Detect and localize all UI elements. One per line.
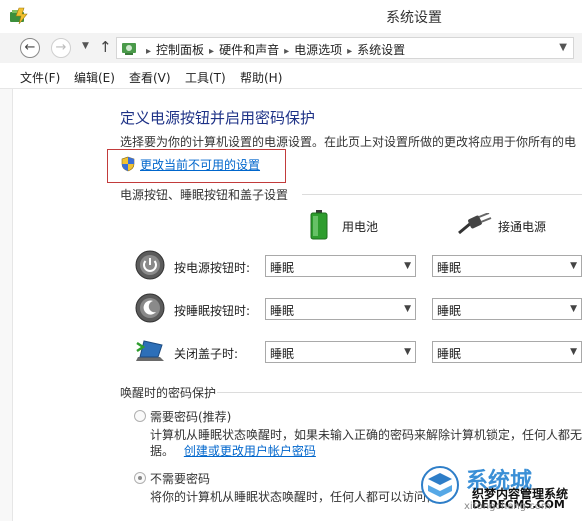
laptop-lid-icon <box>136 340 164 361</box>
plugged-in-column-label: 接通电源 <box>498 220 547 234</box>
chevron-down-icon: ▼ <box>570 261 577 271</box>
power-button-plugged-select[interactable]: 睡眠 ▼ <box>432 255 582 277</box>
breadcrumb-item-power-options[interactable]: 电源选项 <box>294 43 342 57</box>
sleep-button-plugged-select[interactable]: 睡眠 ▼ <box>432 298 582 320</box>
chevron-down-icon: ▼ <box>570 347 577 357</box>
breadcrumb-separator-icon: ▸ <box>146 46 152 57</box>
breadcrumb-separator-icon: ▸ <box>284 46 290 57</box>
breadcrumb-item-control-panel[interactable]: 控制面板 <box>156 43 204 57</box>
power-button-label: 按电源按钮时: <box>174 261 251 275</box>
up-button[interactable]: ↑ <box>99 38 112 56</box>
require-password-description-end: 据。 创建或更改用户帐户密码 <box>150 442 316 459</box>
breadcrumb-separator-icon: ▸ <box>209 46 215 57</box>
watermark-site: xitongcheng.com <box>464 501 551 512</box>
forward-button[interactable]: → <box>51 38 71 58</box>
radio-selected-dot <box>138 476 142 480</box>
title-bar: 系统设置 <box>0 0 582 33</box>
navigation-bar: ← → ▼ ↑ ▸ 控制面板 ▸ 硬件和声音 ▸ 电源选项 ▸ 系统设置 ▼ <box>0 33 582 63</box>
select-value: 睡眠 <box>270 304 295 318</box>
select-value: 睡眠 <box>270 347 295 361</box>
require-password-description: 计算机从睡眠状态唤醒时，如果未输入正确的密码来解除计算机锁定，任何人都无 <box>150 428 582 442</box>
no-password-label: 不需要密码 <box>150 472 211 486</box>
menu-tools[interactable]: 工具(T) <box>185 69 226 86</box>
chevron-down-icon: ▼ <box>404 304 411 314</box>
recent-pages-chevron-icon[interactable]: ▼ <box>82 41 89 51</box>
lid-close-battery-select[interactable]: 睡眠 ▼ <box>265 341 416 363</box>
select-value: 睡眠 <box>437 261 462 275</box>
menu-bar: 文件(F) 编辑(E) 查看(V) 工具(T) 帮助(H) <box>0 65 582 89</box>
system-settings-window: 系统设置 ← → ▼ ↑ ▸ 控制面板 ▸ 硬件和声音 ▸ 电源选项 ▸ 系统设置 ▼ 文件(… <box>0 0 582 521</box>
battery-column-label: 用电池 <box>342 220 379 234</box>
change-unavailable-settings-link[interactable]: 更改当前不可用的设置 <box>140 156 260 173</box>
no-password-description: 将你的计算机从睡眠状态唤醒时，任何人都可以访问你的 <box>150 490 451 504</box>
chevron-down-icon: ▼ <box>404 261 411 271</box>
brand-logo-icon <box>421 466 459 504</box>
page-description: 选择要为你的计算机设置的电源设置。在此页上对设置所做的更改将应用于你所有的电 <box>120 135 577 149</box>
select-value: 睡眠 <box>437 304 462 318</box>
uac-shield-icon <box>121 156 135 172</box>
page-title: 定义电源按钮并启用密码保护 <box>120 109 316 127</box>
lid-close-plugged-select[interactable]: 睡眠 ▼ <box>432 341 582 363</box>
power-button-icon <box>135 250 165 280</box>
sleep-button-battery-select[interactable]: 睡眠 ▼ <box>265 298 416 320</box>
main-content: 定义电源按钮并启用密码保护 选择要为你的计算机设置的电源设置。在此页上对设置所做… <box>12 89 582 521</box>
back-button[interactable]: ← <box>20 38 40 58</box>
sleep-button-icon <box>135 293 165 323</box>
description-text: 据。 <box>150 444 175 458</box>
lid-close-label: 关闭盖子时: <box>174 347 239 361</box>
breadcrumb-item-system-settings[interactable]: 系统设置 <box>357 43 405 57</box>
chevron-down-icon: ▼ <box>570 304 577 314</box>
require-password-radio[interactable] <box>134 410 146 422</box>
watermark: 系统城 织梦内容管理系统 DEDECMS.COM xitongcheng.com <box>412 461 582 521</box>
power-plug-icon <box>458 213 492 235</box>
select-value: 睡眠 <box>270 261 295 275</box>
select-value: 睡眠 <box>437 347 462 361</box>
address-dropdown-chevron-icon[interactable]: ▼ <box>559 42 567 53</box>
menu-help[interactable]: 帮助(H) <box>240 69 282 86</box>
password-section-title: 唤醒时的密码保护 <box>120 386 217 400</box>
control-panel-icon <box>122 43 136 55</box>
menu-view[interactable]: 查看(V) <box>129 69 171 86</box>
power-options-app-icon <box>10 7 28 25</box>
menu-file[interactable]: 文件(F) <box>20 69 60 86</box>
create-change-password-link[interactable]: 创建或更改用户帐户密码 <box>184 444 316 458</box>
breadcrumb-separator-icon: ▸ <box>347 46 353 57</box>
sleep-button-label: 按睡眠按钮时: <box>174 304 251 318</box>
no-password-radio[interactable] <box>134 472 146 484</box>
breadcrumb-item-hardware-sound[interactable]: 硬件和声音 <box>219 43 279 57</box>
address-bar[interactable]: ▸ 控制面板 ▸ 硬件和声音 ▸ 电源选项 ▸ 系统设置 ▼ <box>116 37 574 59</box>
menu-edit[interactable]: 编辑(E) <box>74 69 115 86</box>
section-divider <box>302 194 582 195</box>
section-divider <box>217 392 582 393</box>
chevron-down-icon: ▼ <box>404 347 411 357</box>
battery-icon <box>310 210 328 240</box>
require-password-label: 需要密码(推荐) <box>150 410 232 424</box>
breadcrumb: ▸ 控制面板 ▸ 硬件和声音 ▸ 电源选项 ▸ 系统设置 <box>141 41 405 58</box>
window-title: 系统设置 <box>386 10 442 26</box>
buttons-section-title: 电源按钮、睡眠按钮和盖子设置 <box>120 188 289 202</box>
power-button-battery-select[interactable]: 睡眠 ▼ <box>265 255 416 277</box>
